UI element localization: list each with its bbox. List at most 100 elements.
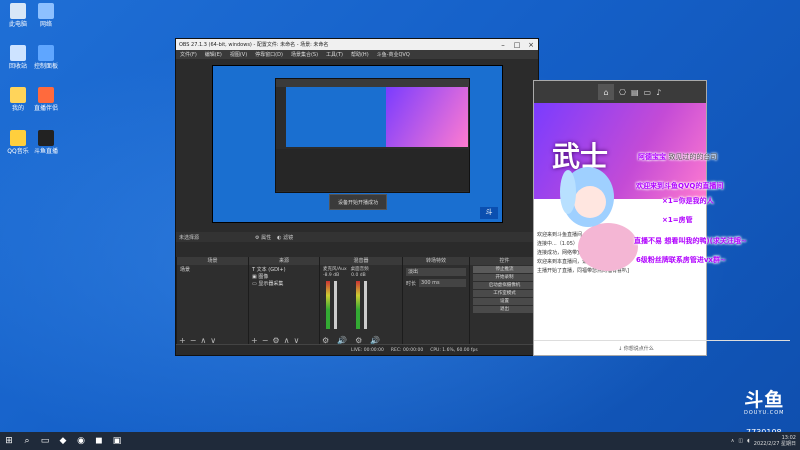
- start-icon[interactable]: ⊞: [0, 432, 18, 450]
- task-view-icon[interactable]: ▭: [36, 432, 54, 450]
- mixer-header: 混音器: [320, 257, 402, 265]
- search-icon[interactable]: ⌕: [18, 432, 36, 450]
- controls-dock: 控件 停止推流 开始录制 启动虚拟摄像机 工作室模式 设置 退出: [469, 257, 539, 345]
- scenes-dock: 场景 场景 + − ∧ ∨: [176, 257, 248, 345]
- desktop-icon-label: 直播伴侣: [33, 105, 58, 112]
- clock[interactable]: 13:02 2022/2/27 星期日: [754, 435, 796, 447]
- source-toolbar: 未选择源 ⚙ 属性 ◐ 滤镜: [176, 232, 541, 242]
- transitions-dock: 转场特效 淡出 时长 300 ms: [402, 257, 469, 345]
- ticket-icon[interactable]: ▭: [644, 88, 652, 97]
- duration-label: 时长: [406, 280, 417, 287]
- overlay-line: ×1=你是我的人: [662, 197, 714, 205]
- douyu-icon[interactable]: ◼: [90, 432, 108, 450]
- chat-input[interactable]: ↓ 你想说点什么: [534, 340, 790, 355]
- mixer-db: -8.9 dB: [323, 273, 340, 278]
- chevron-up-icon[interactable]: ∧: [731, 438, 735, 444]
- menu-scene-collection[interactable]: 场景集合(S): [287, 51, 322, 58]
- mixer-dock: 混音器 麦克风/Aux 桌面音频 -8.9 dB 0.0 dB ⚙ 🔊 ⚙ 🔊: [319, 257, 402, 345]
- volume-slider[interactable]: [364, 281, 367, 329]
- menu-edit[interactable]: 编辑(E): [201, 51, 226, 58]
- start-recording-button[interactable]: 开始录制: [473, 274, 536, 281]
- speaker-icon[interactable]: ◖: [747, 438, 750, 444]
- menu-file[interactable]: 文件(F): [176, 51, 201, 58]
- douyu-watermark: 斗鱼 DOUYU.COM: [744, 390, 785, 416]
- volume-meter: [356, 281, 360, 329]
- properties-button[interactable]: ⚙ 属性: [255, 234, 271, 241]
- mixer-channel-label: 麦克风/Aux: [323, 267, 347, 272]
- system-tray: ∧ ◫ ◖ 13:02 2022/2/27 星期日: [731, 432, 796, 450]
- game-icon[interactable]: ⎔: [619, 88, 626, 97]
- douyu-toolbar: ⌂ ⎔ ▤ ▭ ♪: [534, 81, 706, 103]
- virtual-camera-button[interactable]: 启动虚拟摄像机: [473, 282, 536, 289]
- shop-icon[interactable]: ▤: [631, 88, 639, 97]
- nested-preview: [275, 78, 470, 193]
- desktop-icon[interactable]: 直播伴侣: [24, 87, 68, 112]
- sources-header: 来源: [249, 257, 319, 265]
- menu-tools[interactable]: 工具(T): [322, 51, 347, 58]
- rec-time: REC: 00:00:00: [390, 347, 424, 353]
- overlay-line: ×1=房管: [662, 216, 693, 224]
- mixer-channel-label: 桌面音频: [350, 267, 369, 272]
- app-icon: [38, 87, 54, 103]
- app-icon: [38, 3, 54, 19]
- obs-statusbar: LIVE: 00:00:00 REC: 00:00:00 CPU: 1.6%, …: [176, 344, 538, 355]
- menu-view[interactable]: 视图(V): [226, 51, 251, 58]
- desktop-icon[interactable]: 网络: [24, 3, 68, 28]
- filters-button[interactable]: ◐ 滤镜: [277, 234, 293, 241]
- transition-select[interactable]: 淡出: [406, 268, 466, 276]
- desktop-icon[interactable]: 控制面板: [24, 45, 68, 70]
- scene-item[interactable]: 场景: [180, 267, 245, 274]
- desktop-icon[interactable]: 斗鱼直播: [24, 130, 68, 155]
- stream-success-toast: 设备开始开播成功: [329, 194, 387, 210]
- exit-button[interactable]: 退出: [473, 306, 536, 313]
- menu-help[interactable]: 帮助(H): [347, 51, 373, 58]
- chat-placeholder: ↓ 你想说点什么: [618, 345, 654, 352]
- obs-window[interactable]: OBS 27.1.3 (64-bit, windows) - 配置文件: 未命名…: [175, 38, 541, 356]
- obs-icon[interactable]: ◉: [72, 432, 90, 450]
- minimize-icon[interactable]: –: [496, 41, 510, 49]
- source-item[interactable]: T 文本 (GDI+): [252, 267, 316, 274]
- close-icon[interactable]: ×: [524, 41, 538, 49]
- app-icon[interactable]: ▣: [108, 432, 126, 450]
- watermark-sub: DOUYU.COM: [744, 410, 785, 416]
- app-icon[interactable]: ◆: [54, 432, 72, 450]
- bell-icon[interactable]: ♪: [656, 88, 661, 97]
- obs-title: OBS 27.1.3 (64-bit, windows) - 配置文件: 未命名…: [179, 42, 329, 48]
- app-icon: [38, 130, 54, 146]
- studio-mode-button[interactable]: 工作室模式: [473, 290, 536, 297]
- desktop-icon-label: 网络: [39, 21, 52, 28]
- live-time: LIVE: 00:00:00: [351, 347, 384, 353]
- overlay-line: 直播不易 想看叫我的鸭)(求关注哦~: [634, 237, 747, 245]
- overlay-line: 6级粉丝牌联系房管进vx群~: [636, 256, 726, 264]
- settings-button[interactable]: 设置: [473, 298, 536, 305]
- no-source-label: 未选择源: [179, 234, 200, 241]
- cpu-usage: CPU: 1.6%, 60.00 fps: [430, 347, 478, 353]
- source-item[interactable]: ▣ 图像: [252, 274, 316, 281]
- obs-preview[interactable]: 设备开始开播成功 斗: [212, 65, 503, 223]
- overlay-line: 欢迎来到斗鱼QVQ的直播间: [636, 182, 724, 190]
- volume-slider[interactable]: [334, 281, 337, 329]
- overlay-name: 阿德宝宝 致见过的的台司: [638, 153, 718, 161]
- home-icon[interactable]: ⌂: [598, 84, 614, 100]
- controls-header: 控件: [470, 257, 539, 265]
- menu-douyu[interactable]: 斗鱼-商业QVQ: [373, 51, 414, 58]
- stop-streaming-button[interactable]: 停止推流: [473, 266, 536, 273]
- anime-girl-illustration: [560, 167, 638, 271]
- volume-meter: [326, 281, 330, 329]
- menu-docks[interactable]: 停靠窗口(D): [251, 51, 287, 58]
- network-icon[interactable]: ◫: [738, 438, 743, 444]
- maximize-icon[interactable]: □: [510, 41, 524, 49]
- desktop-icon-label: 斗鱼直播: [33, 148, 58, 155]
- watermark-logo: 斗鱼: [744, 389, 785, 411]
- obs-titlebar: OBS 27.1.3 (64-bit, windows) - 配置文件: 未命名…: [176, 39, 538, 50]
- mixer-db: 0.0 dB: [351, 273, 366, 278]
- sources-dock: 来源 T 文本 (GDI+) ▣ 图像 ▭ 显示器采集 + − ⚙ ∧ ∨: [248, 257, 319, 345]
- duration-input[interactable]: 300 ms: [419, 279, 466, 287]
- app-icon: [38, 45, 54, 61]
- douyu-logo-icon: 斗: [480, 207, 498, 219]
- obs-menubar: 文件(F) 编辑(E) 视图(V) 停靠窗口(D) 场景集合(S) 工具(T) …: [176, 50, 538, 59]
- taskbar: ⊞ ⌕ ▭ ◆ ◉ ◼ ▣ ∧ ◫ ◖ 13:02 2022/2/27 星期日: [0, 432, 800, 450]
- scenes-header: 场景: [177, 257, 248, 265]
- source-item[interactable]: ▭ 显示器采集: [252, 281, 316, 288]
- transitions-header: 转场特效: [403, 257, 469, 265]
